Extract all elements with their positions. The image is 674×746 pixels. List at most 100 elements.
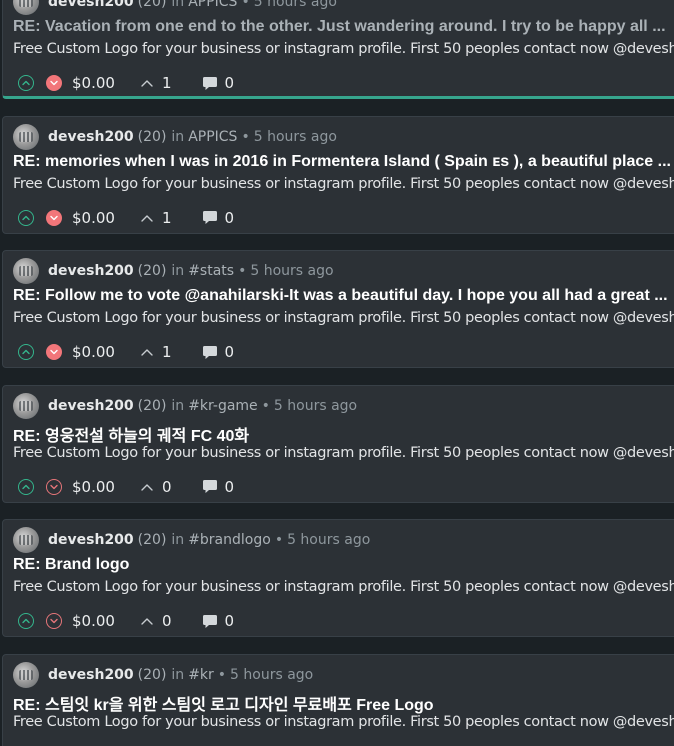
post-title[interactable]: RE: memories when I was in 2016 in Forme…	[13, 153, 671, 171]
author-name[interactable]: devesh200	[48, 0, 134, 10]
author-reputation: (20)	[137, 532, 167, 548]
in-label: in	[171, 397, 185, 414]
post-time[interactable]: 5 hours ago	[287, 532, 370, 548]
post-title[interactable]: RE: Vacation from one end to the other. …	[13, 18, 666, 36]
community-link[interactable]: #kr	[188, 667, 214, 683]
post-time[interactable]: 5 hours ago	[230, 667, 313, 683]
post-excerpt[interactable]: Free Custom Logo for your business or in…	[13, 310, 674, 326]
chevron-up-icon	[141, 618, 153, 625]
chevron-up-circle-icon[interactable]	[18, 209, 34, 226]
chevron-up-circle-icon[interactable]	[18, 613, 34, 629]
meta-separator: •	[241, 128, 250, 145]
comment-count[interactable]: 0	[202, 343, 235, 361]
chevron-up-circle-icon[interactable]	[18, 344, 34, 360]
post-meta: devesh200 (20) in #kr • 5 hours ago	[13, 661, 313, 688]
chevron-up-circle-icon[interactable]	[18, 75, 34, 91]
vote-count[interactable]: 1	[141, 74, 172, 92]
avatar[interactable]	[13, 0, 39, 15]
post-time[interactable]: 5 hours ago	[254, 129, 337, 145]
chevron-down-circle-icon[interactable]	[46, 75, 62, 91]
post-excerpt[interactable]: Free Custom Logo for your business or in…	[13, 176, 674, 192]
vote-count-value: 1	[161, 208, 172, 227]
post-card[interactable]: devesh200 (20) in APPICS • 5 hours ago R…	[2, 115, 674, 234]
in-label: in	[171, 263, 185, 279]
community-link[interactable]: #stats	[188, 263, 234, 279]
comment-bubble-icon	[202, 345, 217, 359]
in-label: in	[171, 666, 185, 683]
post-feed: devesh200 (20) in APPICS • 5 hours ago R…	[0, 0, 674, 746]
avatar[interactable]	[13, 392, 39, 419]
post-title[interactable]: RE: Follow me to vote @anahilarski-It wa…	[13, 287, 668, 305]
post-time[interactable]: 5 hours ago	[254, 0, 337, 10]
comment-count[interactable]: 0	[202, 478, 234, 496]
avatar[interactable]	[13, 258, 39, 284]
post-card[interactable]: devesh200 (20) in #stats • 5 hours ago R…	[2, 250, 674, 368]
post-payout[interactable]: $0.00	[72, 612, 115, 630]
community-link[interactable]: #kr-game	[188, 398, 257, 414]
meta-separator: •	[261, 397, 270, 414]
post-title[interactable]: RE: Brand logo	[13, 556, 129, 574]
post-card[interactable]: devesh200 (20) in #brandlogo • 5 hours a…	[2, 519, 674, 637]
author-name[interactable]: devesh200	[48, 667, 134, 683]
post-actions: $0.00 1 0	[18, 73, 234, 93]
chevron-down-circle-icon[interactable]	[46, 344, 62, 360]
author-reputation: (20)	[137, 666, 167, 683]
post-excerpt[interactable]: Free Custom Logo for your business or in…	[13, 714, 674, 730]
post-payout[interactable]: $0.00	[72, 343, 115, 361]
avatar[interactable]	[13, 123, 39, 150]
comment-count[interactable]: 0	[202, 209, 234, 227]
chevron-up-icon	[141, 349, 153, 356]
chevron-down-circle-icon[interactable]	[46, 209, 62, 226]
author-name[interactable]: devesh200	[48, 263, 134, 279]
in-label: in	[171, 128, 185, 145]
post-meta: devesh200 (20) in #kr-game • 5 hours ago	[13, 392, 357, 419]
vote-count-value: 1	[161, 74, 172, 92]
vote-count-value: 1	[161, 343, 172, 361]
post-excerpt[interactable]: Free Custom Logo for your business or in…	[13, 41, 674, 57]
chevron-up-icon	[141, 80, 153, 87]
post-excerpt[interactable]: Free Custom Logo for your business or in…	[13, 445, 674, 461]
post-time[interactable]: 5 hours ago	[250, 263, 333, 279]
author-reputation: (20)	[137, 397, 167, 414]
community-link[interactable]: APPICS	[188, 129, 237, 145]
chevron-up-circle-icon[interactable]	[18, 478, 34, 495]
chevron-down-circle-icon[interactable]	[46, 478, 62, 495]
author-reputation: (20)	[137, 128, 167, 145]
chevron-down-circle-icon[interactable]	[46, 613, 62, 629]
post-actions: $0.00 1 0	[18, 208, 234, 228]
author-name[interactable]: devesh200	[48, 129, 134, 145]
vote-count[interactable]: 1	[141, 343, 172, 361]
post-meta: devesh200 (20) in #brandlogo • 5 hours a…	[13, 527, 370, 553]
post-excerpt[interactable]: Free Custom Logo for your business or in…	[13, 579, 674, 595]
post-time[interactable]: 5 hours ago	[274, 398, 357, 414]
comment-bubble-icon	[202, 480, 217, 493]
post-title[interactable]: RE: 스팀잇 kr을 위한 스팀잇 로고 디자인 무료배포 Free Logo	[13, 691, 434, 715]
comment-count-value: 0	[224, 74, 235, 92]
post-payout[interactable]: $0.00	[72, 74, 115, 92]
post-payout[interactable]: $0.00	[72, 209, 115, 227]
vote-count[interactable]: 0	[141, 612, 172, 630]
comment-count[interactable]: 0	[202, 74, 235, 92]
meta-separator: •	[241, 0, 250, 10]
chevron-up-icon	[141, 483, 153, 491]
community-link[interactable]: #brandlogo	[188, 532, 271, 548]
comment-count-value: 0	[224, 612, 235, 630]
avatar[interactable]	[13, 661, 39, 688]
in-label: in	[171, 532, 185, 548]
comment-bubble-icon	[202, 211, 217, 224]
post-card[interactable]: devesh200 (20) in #kr • 5 hours ago RE: …	[2, 653, 674, 746]
author-name[interactable]: devesh200	[48, 398, 134, 414]
vote-count[interactable]: 0	[141, 478, 172, 496]
post-card[interactable]: devesh200 (20) in #kr-game • 5 hours ago…	[2, 384, 674, 503]
vote-count[interactable]: 1	[141, 209, 172, 227]
post-title[interactable]: RE: 영웅전설 하늘의 궤적 FC 40화	[13, 422, 249, 446]
avatar[interactable]	[13, 527, 39, 553]
post-meta: devesh200 (20) in APPICS • 5 hours ago	[13, 0, 337, 15]
community-link[interactable]: APPICS	[188, 0, 237, 10]
comment-count-value: 0	[224, 343, 235, 361]
post-card[interactable]: devesh200 (20) in APPICS • 5 hours ago R…	[2, 0, 674, 99]
post-payout[interactable]: $0.00	[72, 478, 115, 496]
author-name[interactable]: devesh200	[48, 532, 134, 548]
comment-count[interactable]: 0	[202, 612, 235, 630]
post-actions: $0.00 0 0	[18, 611, 234, 631]
